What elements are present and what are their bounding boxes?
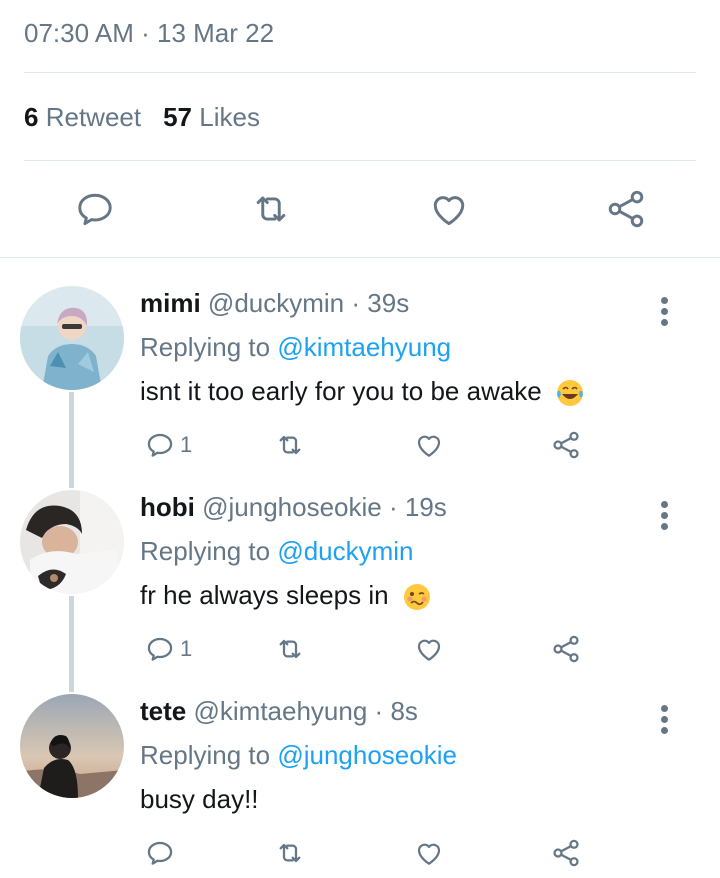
like-icon: [417, 843, 441, 865]
meta-separator: ·: [141, 18, 150, 48]
reply-text: isnt it too early for you to be awake: [140, 376, 585, 408]
user-handle[interactable]: @duckymin: [208, 288, 344, 318]
reply-button[interactable]: 1: [144, 632, 192, 666]
woozy-face-emoji: [402, 582, 432, 612]
replying-to: Replying to @kimtaehyung: [140, 332, 452, 362]
like-button[interactable]: [413, 836, 445, 870]
avatar[interactable]: [20, 286, 124, 390]
retweet-stat[interactable]: 6 Retweet: [24, 102, 141, 132]
divider: [0, 257, 720, 258]
like-icon: [417, 639, 441, 661]
display-name[interactable]: hobi: [140, 492, 195, 522]
share-button[interactable]: [550, 428, 582, 462]
share-button[interactable]: [550, 632, 582, 666]
retweet-button[interactable]: [274, 632, 306, 666]
reply-time: 19s: [404, 492, 447, 522]
replying-to: Replying to @junghoseokie: [140, 740, 457, 770]
retweet-icon[interactable]: [249, 187, 293, 231]
share-button[interactable]: [550, 836, 582, 870]
reply-count: 1: [180, 636, 193, 661]
reply-button[interactable]: 1: [144, 428, 192, 462]
meta-separator: ·: [351, 288, 361, 318]
user-handle[interactable]: @junghoseokie: [202, 492, 382, 522]
like-button[interactable]: [413, 428, 445, 462]
replying-to: Replying to @duckymin: [140, 536, 414, 566]
retweet-icon: [279, 639, 301, 659]
tweet-timestamp: 07:30 AM · 13 Mar 22: [24, 18, 274, 49]
retweet-icon: [279, 843, 301, 863]
reply-actions: 1: [140, 428, 600, 468]
share-icon: [553, 839, 579, 867]
retweet-button[interactable]: [274, 428, 306, 462]
reply-icon: [147, 433, 173, 457]
display-name[interactable]: tete: [140, 696, 186, 726]
divider: [24, 160, 696, 161]
reply-button[interactable]: [144, 836, 180, 870]
meta-separator: ·: [374, 696, 384, 726]
laughing-tears-emoji: [555, 378, 585, 408]
mention-link[interactable]: @kimtaehyung: [277, 332, 451, 362]
user-handle[interactable]: @kimtaehyung: [193, 696, 367, 726]
more-options-icon[interactable]: [655, 498, 675, 534]
reply-time: 8s: [390, 696, 418, 726]
retweet-icon: [279, 435, 301, 455]
share-icon: [553, 431, 579, 459]
like-icon[interactable]: [427, 187, 471, 231]
reply-text: busy day!!: [140, 784, 259, 814]
thread-line: [69, 392, 74, 488]
tweet-date: 13 Mar 22: [157, 18, 275, 48]
mention-link[interactable]: @junghoseokie: [277, 740, 457, 770]
meta-separator: ·: [388, 492, 398, 522]
more-options-icon[interactable]: [655, 294, 675, 330]
retweet-button[interactable]: [274, 836, 306, 870]
like-icon: [417, 435, 441, 457]
share-icon[interactable]: [604, 187, 648, 231]
display-name[interactable]: mimi: [140, 288, 201, 318]
reply-actions: 1: [140, 632, 600, 672]
reply-header: tete @kimtaehyung · 8s: [140, 696, 418, 727]
avatar[interactable]: [20, 490, 124, 594]
reply-time: 39s: [367, 288, 410, 318]
reply-header: hobi @junghoseokie · 19s: [140, 492, 447, 523]
mention-link[interactable]: @duckymin: [277, 536, 413, 566]
reply-icon: [147, 841, 173, 865]
thread-line: [69, 596, 74, 692]
reply-icon[interactable]: [73, 187, 117, 231]
share-icon: [553, 635, 579, 663]
divider: [24, 72, 696, 73]
tweet-stats: 6 Retweet 57 Likes: [24, 102, 260, 133]
likes-stat[interactable]: 57 Likes: [163, 102, 260, 132]
more-options-icon[interactable]: [655, 702, 675, 738]
reply-text: fr he always sleeps in: [140, 580, 432, 612]
like-button[interactable]: [413, 632, 445, 666]
reply-count: 1: [180, 432, 193, 457]
avatar[interactable]: [20, 694, 124, 798]
tweet-time: 07:30 AM: [24, 18, 134, 48]
reply-icon: [147, 637, 173, 661]
reply-header: mimi @duckymin · 39s: [140, 288, 409, 319]
reply-actions: [140, 836, 600, 876]
